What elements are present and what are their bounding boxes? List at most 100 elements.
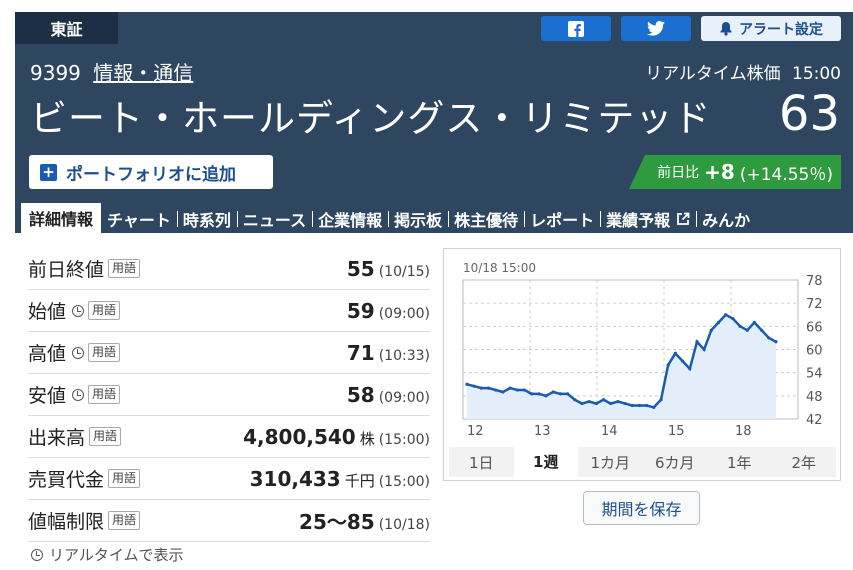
stat-label: 高値 <box>28 343 67 365</box>
chart-data-point <box>688 367 692 371</box>
chart-data-point <box>774 340 778 344</box>
chart-data-point <box>623 401 627 406</box>
period-tab-2y[interactable]: 2年 <box>772 447 837 477</box>
period-tab-1y[interactable]: 1年 <box>707 447 772 477</box>
clock-icon <box>72 346 85 359</box>
stat-time: (09:00) <box>378 389 430 406</box>
tab-news[interactable]: ニュース <box>236 205 312 233</box>
current-price: 63 <box>778 86 840 142</box>
chart-data-point <box>724 313 728 317</box>
chart-data-point <box>609 401 613 406</box>
glossary-badge[interactable]: 用語 <box>89 427 122 446</box>
clock-icon <box>72 388 85 401</box>
period-tab-1w[interactable]: 1週 <box>513 447 578 477</box>
glossary-badge[interactable]: 用語 <box>108 511 141 530</box>
chart-data-point <box>659 398 663 402</box>
chart-data-point <box>645 403 649 408</box>
alert-settings-button[interactable]: アラート設定 <box>701 16 841 41</box>
chart-data-point <box>673 351 677 355</box>
stat-unit: 株 <box>359 429 375 448</box>
chart-data-point <box>486 386 491 390</box>
chart-data-point <box>738 324 742 328</box>
stats-table: 前日終値 用語 55 (10/15) 始値 用語 59 (09:00) 高値 用… <box>28 248 430 542</box>
stat-value: 310,433 <box>249 466 341 491</box>
chart-data-point <box>666 363 670 367</box>
stat-value: 4,800,540 <box>243 424 356 449</box>
add-to-portfolio-button[interactable]: + ポートフォリオに追加 <box>29 155 273 189</box>
glossary-badge[interactable]: 用語 <box>108 259 141 278</box>
tab-minkabu[interactable]: みんか <box>696 205 756 233</box>
x-tick-label: 14 <box>601 424 618 439</box>
save-period-button[interactable]: 期間を保存 <box>583 491 700 525</box>
chart-data-point <box>551 390 555 394</box>
chart-data-point <box>752 320 757 325</box>
chart-data-point <box>515 388 519 392</box>
stat-value-group: 55 (10/15) <box>347 257 430 281</box>
period-tab-6m[interactable]: 6カ月 <box>643 447 708 477</box>
chart-data-point <box>587 400 591 404</box>
price-chart[interactable]: 10/18 15:00 78 72 66 60 54 48 42 12 13 14 15 18 <box>443 248 842 448</box>
chart-title: 10/18 15:00 <box>463 261 536 275</box>
glossary-badge[interactable]: 用語 <box>108 469 141 488</box>
tab-earnings-forecast[interactable]: 業績予報 <box>600 205 696 233</box>
chart-data-point <box>573 398 577 402</box>
glossary-badge[interactable]: 用語 <box>88 343 121 362</box>
chart-data-point <box>630 403 634 408</box>
chart-data-point <box>616 400 620 404</box>
twitter-icon <box>647 21 665 36</box>
tab-timeseries[interactable]: 時系列 <box>176 205 237 233</box>
chart-data-point <box>745 328 749 332</box>
chart-data-point <box>508 386 512 390</box>
tab-earnings-forecast-label: 業績予報 <box>606 211 671 230</box>
tab-chart[interactable]: チャート <box>101 205 177 233</box>
stat-row-high: 高値 用語 71 (10:33) <box>28 332 430 374</box>
y-tick-label: 60 <box>806 344 823 359</box>
plus-icon: + <box>40 163 57 181</box>
stat-unit: 千円 <box>344 471 375 490</box>
stat-value: 59 <box>346 298 375 323</box>
stat-label: 値幅制限 <box>28 511 105 533</box>
y-tick-label: 78 <box>806 274 823 289</box>
tab-message-board[interactable]: 掲示板 <box>388 205 448 233</box>
tab-reports[interactable]: レポート <box>524 205 600 233</box>
industry-link[interactable]: 情報・通信 <box>93 61 193 85</box>
chart-data-point <box>566 392 570 396</box>
y-tick-label: 48 <box>806 390 823 405</box>
tab-company-info[interactable]: 企業情報 <box>312 205 388 233</box>
tab-shareholder-benefits[interactable]: 株主優待 <box>448 205 524 233</box>
company-name: ビート・ホールディングス・リミテッド <box>30 97 712 140</box>
tab-details[interactable]: 詳細情報 <box>21 203 102 233</box>
stat-value: 25～85 <box>299 510 375 534</box>
stat-time: (15:00) <box>378 431 430 448</box>
portfolio-button-label: ポートフォリオに追加 <box>66 164 236 185</box>
x-tick-label: 15 <box>668 424 685 439</box>
chart-data-point <box>637 403 642 408</box>
stat-row-open: 始値 用語 59 (09:00) <box>28 290 430 332</box>
stat-row-prev-close: 前日終値 用語 55 (10/15) <box>28 248 430 290</box>
facebook-share-button[interactable] <box>541 16 611 41</box>
stat-time: (10/15) <box>378 263 430 280</box>
twitter-share-button[interactable] <box>621 16 691 41</box>
chart-data-point <box>530 392 534 396</box>
period-tab-1m[interactable]: 1カ月 <box>578 447 643 477</box>
period-tab-1d[interactable]: 1日 <box>449 447 514 477</box>
stat-value-group: 71 (10:33) <box>347 341 430 365</box>
stat-value-group: 310,433 千円 (15:00) <box>250 467 430 491</box>
realtime-label: リアルタイム株価 <box>645 64 781 84</box>
price-time: 15:00 <box>792 64 841 84</box>
realtime-note: リアルタイムで表示 <box>31 544 184 565</box>
chart-data-point <box>465 382 469 386</box>
clock-icon <box>31 548 43 561</box>
stat-value-group: 59 (09:00) <box>347 299 430 323</box>
stat-time: (09:00) <box>378 305 430 322</box>
stat-label: 安値 <box>28 385 67 407</box>
chart-data-point <box>709 328 713 332</box>
glossary-badge[interactable]: 用語 <box>88 385 121 404</box>
realtime-price-label: リアルタイム株価 15:00 <box>645 59 841 84</box>
stock-code-line: 9399 情報・通信 <box>30 57 193 86</box>
chart-data-point <box>522 388 527 392</box>
chart-data-point <box>558 392 563 396</box>
facebook-icon <box>568 20 584 37</box>
glossary-badge[interactable]: 用語 <box>88 301 121 320</box>
chart-data-point <box>702 347 706 352</box>
